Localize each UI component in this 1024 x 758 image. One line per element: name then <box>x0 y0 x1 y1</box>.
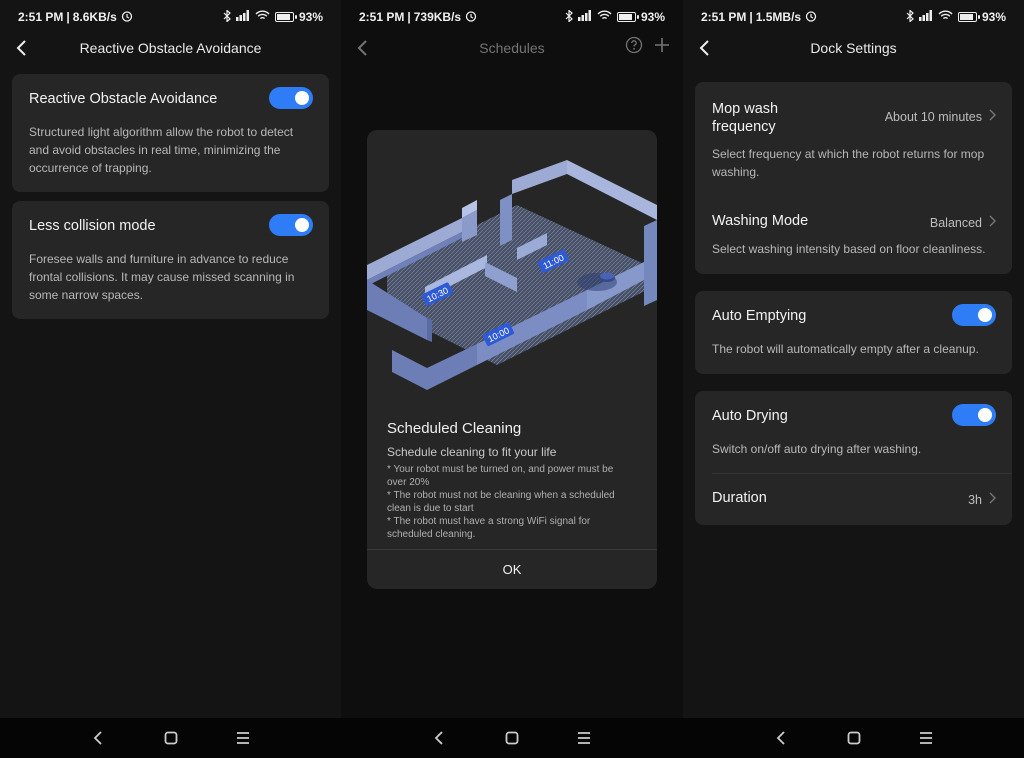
nav-header: Dock Settings <box>683 34 1024 62</box>
wifi-icon <box>255 10 270 24</box>
duration-value: 3h <box>968 492 982 507</box>
system-nav-bar <box>341 718 683 758</box>
nav-back-icon[interactable] <box>431 729 449 747</box>
battery-icon <box>957 12 980 22</box>
battery-percent: 93% <box>298 10 323 24</box>
auto-emptying-title: Auto Emptying <box>712 308 807 324</box>
battery-percent: 93% <box>981 10 1006 24</box>
duration-row[interactable]: Duration 3h <box>695 474 1012 525</box>
nav-header: Schedules <box>341 34 683 62</box>
page-title: Dock Settings <box>810 40 897 56</box>
status-bar: 2:51 PM | 8.6KB/s 93% <box>18 8 323 25</box>
bluetooth-icon <box>223 8 231 25</box>
status-time: 2:51 PM <box>18 10 64 24</box>
dialog-notes: * Your robot must be turned on, and powe… <box>387 463 627 541</box>
nav-back-icon[interactable] <box>90 729 108 747</box>
screen-dock-settings: 2:51 PM | 1.5MB/s 93% Dock Settings Mop … <box>683 0 1024 758</box>
dialog-note: * The robot must not be cleaning when a … <box>387 490 615 514</box>
dialog-title: Scheduled Cleaning <box>387 420 522 437</box>
nav-home-icon[interactable] <box>162 729 180 747</box>
chevron-right-icon <box>988 109 996 124</box>
auto-drying-desc: Switch on/off auto drying after washing. <box>712 442 922 456</box>
card-desc: Structured light algorithm allow the rob… <box>29 125 294 175</box>
auto-emptying-desc: The robot will automatically empty after… <box>712 342 979 356</box>
mop-wash-row[interactable]: Mop wash frequency About 10 minutes Sele… <box>695 82 1012 192</box>
nav-menu-icon[interactable] <box>575 729 593 747</box>
auto-drying-title: Auto Drying <box>712 408 788 424</box>
washing-mode-value: Balanced <box>929 215 982 230</box>
status-time: 2:51 PM <box>701 10 747 24</box>
system-nav-bar <box>683 718 1024 758</box>
dialog-subtitle: Schedule cleaning to fit your life <box>387 445 557 459</box>
nav-menu-icon[interactable] <box>234 729 252 747</box>
nav-home-icon[interactable] <box>503 729 521 747</box>
nav-back-icon[interactable] <box>773 729 791 747</box>
add-icon[interactable] <box>653 36 671 57</box>
signal-icon <box>918 10 933 24</box>
nav-home-icon[interactable] <box>845 729 863 747</box>
auto-drying-toggle[interactable] <box>952 404 996 426</box>
card-auto-drying: Auto Drying Switch on/off auto drying af… <box>695 391 1012 525</box>
card-auto-emptying: Auto Emptying The robot will automatical… <box>695 291 1012 374</box>
back-arrow-icon[interactable] <box>12 38 32 58</box>
battery-percent: 93% <box>640 10 665 24</box>
floorplan-illustration: 10:30 11:00 10:00 <box>367 160 657 390</box>
status-speed: 739KB/s <box>413 10 462 24</box>
bluetooth-icon <box>906 8 914 25</box>
bluetooth-icon <box>565 8 573 25</box>
system-nav-bar <box>0 718 341 758</box>
page-title: Schedules <box>479 40 545 56</box>
status-bar: 2:51 PM | 739KB/s 93% <box>359 8 665 25</box>
status-speed: 8.6KB/s <box>72 10 117 24</box>
mop-wash-title: Mop wash frequency <box>712 101 779 135</box>
alarm-icon <box>120 10 134 25</box>
page-title: Reactive Obstacle Avoidance <box>79 40 262 56</box>
status-bar: 2:51 PM | 1.5MB/s 93% <box>701 8 1006 25</box>
washing-mode-row[interactable]: Washing Mode Balanced Select washing int… <box>695 192 1012 274</box>
card-title: Reactive Obstacle Avoidance <box>29 91 218 107</box>
card-reactive-obstacle: Reactive Obstacle Avoidance Structured l… <box>12 74 329 192</box>
wifi-icon <box>597 10 612 24</box>
auto-emptying-toggle[interactable] <box>952 304 996 326</box>
card-title: Less collision mode <box>29 218 156 234</box>
status-time: 2:51 PM <box>359 10 405 24</box>
signal-icon <box>577 10 592 24</box>
chevron-right-icon <box>988 492 996 507</box>
chevron-right-icon <box>988 215 996 230</box>
battery-icon <box>274 12 297 22</box>
mop-wash-desc: Select frequency at which the robot retu… <box>712 147 985 179</box>
card-mop-washing: Mop wash frequency About 10 minutes Sele… <box>695 82 1012 274</box>
wifi-icon <box>938 10 953 24</box>
help-icon[interactable] <box>625 36 643 57</box>
washing-mode-title: Washing Mode <box>712 213 809 229</box>
back-arrow-icon[interactable] <box>695 38 715 58</box>
less-collision-toggle[interactable] <box>269 214 313 236</box>
signal-icon <box>235 10 250 24</box>
washing-mode-desc: Select washing intensity based on floor … <box>712 242 986 256</box>
nav-header: Reactive Obstacle Avoidance <box>0 34 341 62</box>
nav-menu-icon[interactable] <box>917 729 935 747</box>
back-arrow-icon[interactable] <box>353 38 373 58</box>
scheduled-cleaning-dialog: 10:30 11:00 10:00 Scheduled Cleaning Sch… <box>367 130 657 589</box>
card-desc: Foresee walls and furniture in advance t… <box>29 252 295 302</box>
alarm-icon <box>464 10 478 25</box>
screen-obstacle-avoidance: 2:51 PM | 8.6KB/s 93% Reactive Obstacle … <box>0 0 341 758</box>
battery-icon <box>616 12 639 22</box>
mop-wash-value: About 10 minutes <box>884 109 982 124</box>
dialog-note: * The robot must have a strong WiFi sign… <box>387 516 591 540</box>
screen-schedules: 2:51 PM | 739KB/s 93% Schedules 10:30 11… <box>341 0 683 758</box>
reactive-obstacle-toggle[interactable] <box>269 87 313 109</box>
ok-button[interactable]: OK <box>367 549 657 589</box>
card-less-collision: Less collision mode Foresee walls and fu… <box>12 201 329 319</box>
status-speed: 1.5MB/s <box>755 10 802 24</box>
dialog-note: * Your robot must be turned on, and powe… <box>387 464 614 488</box>
duration-title: Duration <box>712 490 767 506</box>
alarm-icon <box>804 10 818 25</box>
